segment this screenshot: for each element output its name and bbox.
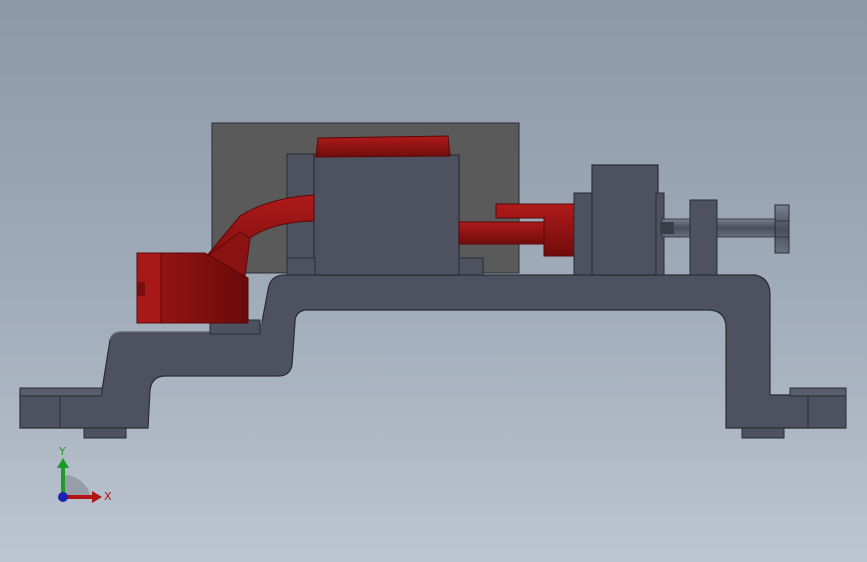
clamp-handle-top [315,135,451,158]
triad-arc [63,474,91,497]
coordinate-triad: Y X [57,445,112,503]
z-axis-dot [58,492,68,502]
x-axis-arrowhead [92,491,102,503]
mount-post [591,164,659,276]
plunger-link [458,221,545,245]
left-foot-bottom [83,427,127,439]
adjustment-bolt-shaft [661,218,779,238]
right-foot-bottom [741,427,785,439]
clamp-body [313,154,460,276]
clamp-body-foot-left [286,257,316,276]
graphics-viewport[interactable]: Y X [0,0,867,562]
adjustment-bolt-tip [660,222,674,234]
left-foot-cap [19,387,103,397]
y-axis-label: Y [58,445,66,458]
adjustment-bolt-head [774,204,790,254]
model-canvas[interactable]: Y X [0,0,867,562]
mount-post-base [573,192,593,276]
x-axis-label: X [104,490,112,503]
clamp-jaw-notch [137,282,145,296]
clamp-body-foot-right [458,257,484,276]
right-foot-cap [789,387,847,397]
bolt-support [689,199,718,276]
y-axis-arrowhead [57,458,69,468]
